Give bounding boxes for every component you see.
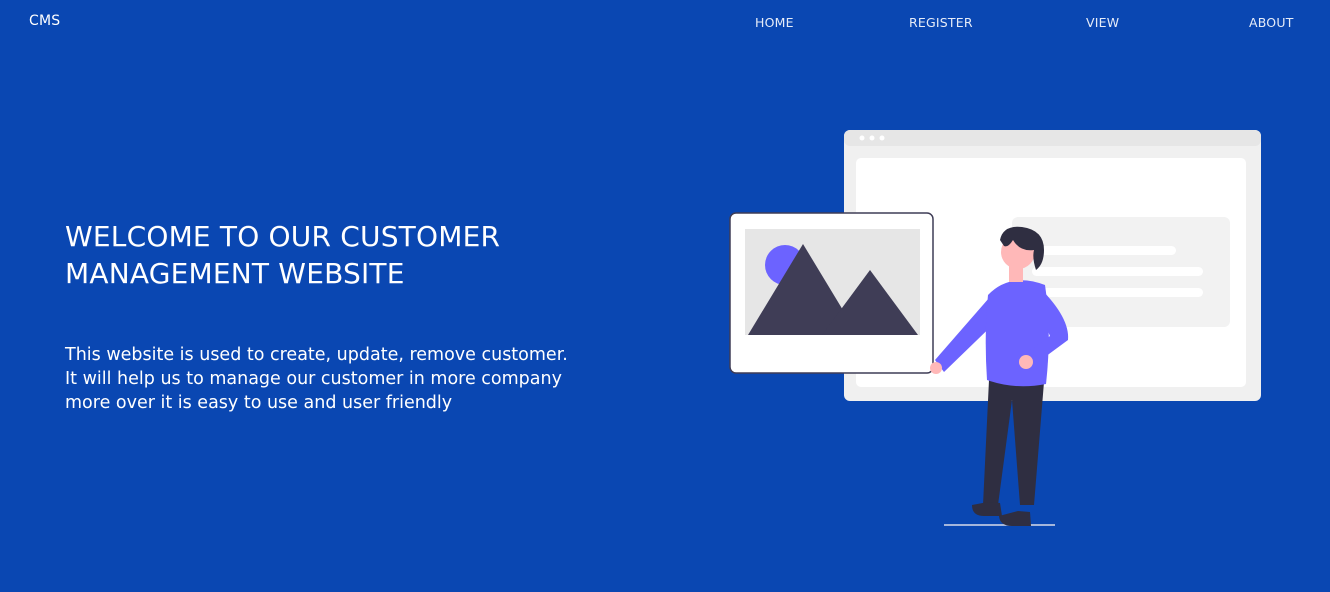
hero-title: WELCOME TO OUR CUSTOMER MANAGEMENT WEBSI… [65, 218, 665, 292]
hero-description: This website is used to create, update, … [65, 343, 685, 415]
hero-description-line-1: This website is used to create, update, … [65, 345, 568, 365]
brand-logo[interactable]: CMS [29, 13, 60, 29]
navbar: CMS HOME REGISTER VIEW ABOUT [0, 0, 1330, 44]
hero-description-line-3: more over it is easy to use and user fri… [65, 393, 453, 413]
hero-heading: WELCOME TO OUR CUSTOMER MANAGEMENT WEBSI… [65, 218, 665, 292]
nav-register-link[interactable]: REGISTER [909, 15, 973, 30]
nav-view-link[interactable]: VIEW [1086, 15, 1119, 30]
image-card-graphic [729, 212, 934, 374]
nav-home-link[interactable]: HOME [755, 15, 794, 30]
hero-title-line-1: WELCOME TO OUR CUSTOMER [65, 220, 501, 253]
hero-description-line-2: It will help us to manage our customer i… [65, 369, 562, 389]
hero-title-line-2: MANAGEMENT WEBSITE [65, 257, 405, 290]
nav-about-link[interactable]: ABOUT [1249, 15, 1294, 30]
person-presenting-image-illustration [729, 130, 1261, 526]
